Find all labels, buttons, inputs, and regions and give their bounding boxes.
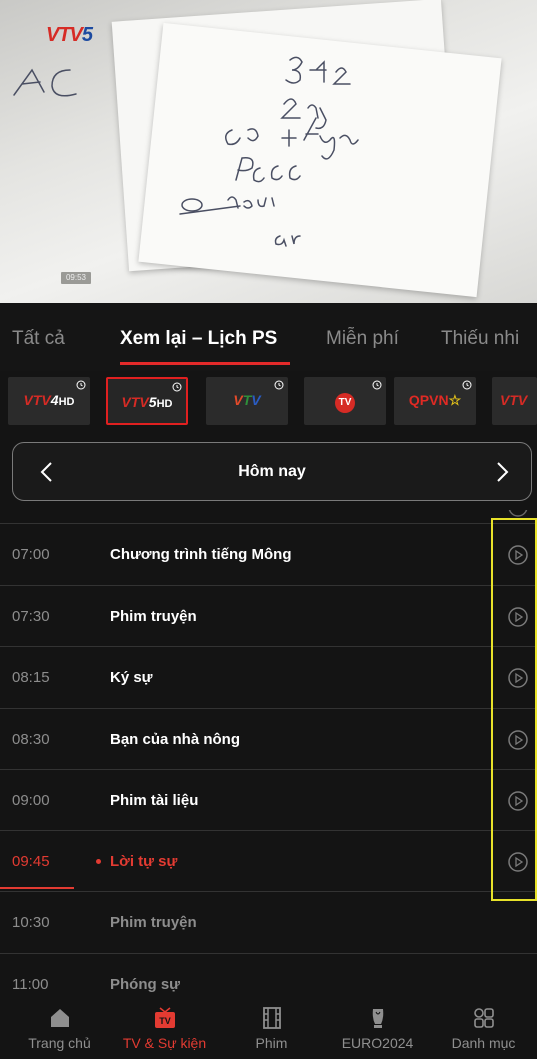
channel-quochoi[interactable]: TV xyxy=(304,377,386,425)
app-screen: VTV5 09:53 Tất cả Xem lại – Lịch PS Miễn… xyxy=(0,0,537,1059)
history-icon xyxy=(76,380,86,390)
video-player[interactable]: VTV5 09:53 xyxy=(0,0,537,303)
history-icon xyxy=(372,380,382,390)
schedule-time: 11:00 xyxy=(12,976,49,993)
schedule-row[interactable]: 09:00 Phim tài liệu xyxy=(0,769,537,831)
category-tabs: Tất cả Xem lại – Lịch PS Miễn phí Thiếu … xyxy=(0,303,537,371)
schedule-time: 07:30 xyxy=(12,608,50,625)
history-icon xyxy=(462,380,472,390)
schedule-title: Ký sự xyxy=(110,669,153,686)
schedule-row[interactable]: 07:30 Phim truyện xyxy=(0,585,537,647)
nav-categories[interactable]: Danh mục xyxy=(430,1006,537,1059)
nav-euro2024[interactable]: EURO2024 xyxy=(324,1006,431,1059)
live-dot xyxy=(96,859,101,864)
schedule-title: Phim tài liệu xyxy=(110,792,199,809)
channel-logo-vtv4hd: VTV4HD xyxy=(23,392,75,408)
channel-vtv-cantho[interactable]: VTV xyxy=(206,377,288,425)
nav-movies[interactable]: Phim xyxy=(218,1006,325,1059)
schedule-time: 10:30 xyxy=(12,914,50,931)
channel-logo-vtv-more: VTV xyxy=(500,392,528,408)
schedule-time: 08:30 xyxy=(12,731,50,748)
channel-logo-vtv-cantho: VTV xyxy=(233,392,261,408)
home-icon xyxy=(50,1009,69,1027)
schedule-time: 09:00 xyxy=(12,792,50,809)
schedule-title: Phim truyện xyxy=(110,608,197,625)
schedule-row[interactable]: 07:00 Chương trình tiếng Mông xyxy=(0,523,537,585)
schedule-row[interactable]: 08:30 Bạn của nhà nông xyxy=(0,708,537,770)
channel-vtv-more[interactable]: VTV xyxy=(492,377,537,425)
tab-all[interactable]: Tất cả xyxy=(12,328,65,350)
schedule-time: 07:00 xyxy=(12,546,50,563)
nav-tv-events-label: TV & Sự kiện xyxy=(122,1035,207,1051)
nav-home-label: Trang chủ xyxy=(28,1035,91,1051)
channel-logo: VTV5 xyxy=(46,24,93,47)
nav-tv-events[interactable]: TV TV & Sự kiện xyxy=(111,1006,218,1059)
channel-logo-qpvn: QPVN☆ xyxy=(408,392,462,408)
grid-icon xyxy=(473,1008,494,1028)
svg-text:TV: TV xyxy=(159,1016,171,1026)
schedule-time: 09:45 xyxy=(12,853,50,870)
tab-free[interactable]: Miễn phí xyxy=(326,328,399,350)
live-progress-indicator xyxy=(0,887,74,889)
history-icon xyxy=(274,380,284,390)
channel-logo-quochoi: TV xyxy=(304,392,386,413)
history-icon xyxy=(172,382,182,392)
nav-home[interactable]: Trang chủ xyxy=(6,1006,113,1059)
schedule-row-live[interactable]: 09:45 Lời tự sự xyxy=(0,830,537,892)
schedule-row[interactable]: 10:30 Phim truyện xyxy=(0,891,537,953)
trophy-icon xyxy=(372,1009,383,1028)
annotation-highlight-box xyxy=(491,518,537,901)
schedule-title: Bạn của nhà nông xyxy=(110,731,241,748)
channel-strip[interactable]: VTV4HD VTV5HD VTV TV QPVN☆ VTV xyxy=(0,375,537,431)
schedule-title: Phim truyện xyxy=(110,914,197,931)
play-circle-icon xyxy=(508,510,528,517)
film-icon xyxy=(262,1007,281,1029)
nav-euro2024-label: EURO2024 xyxy=(341,1035,414,1051)
date-label: Hôm nay xyxy=(238,463,306,480)
chevron-right-icon[interactable] xyxy=(488,457,516,487)
schedule-title: Lời tự sự xyxy=(110,853,178,870)
video-timestamp: 09:53 xyxy=(61,272,91,284)
channel-vtv5hd[interactable]: VTV5HD xyxy=(106,377,188,425)
channel-vtv4hd[interactable]: VTV4HD xyxy=(8,377,90,425)
tab-replay-schedule[interactable]: Xem lại – Lịch PS xyxy=(120,328,277,350)
schedule-title: Phóng sự xyxy=(110,976,181,993)
channel-logo-number: 5 xyxy=(81,24,93,46)
tv-icon: TV xyxy=(154,1007,175,1028)
schedule-title: Chương trình tiếng Mông xyxy=(110,546,292,563)
schedule-list[interactable]: 07:00 Chương trình tiếng Mông 07:30 Phim… xyxy=(0,510,537,1028)
active-tab-indicator xyxy=(120,362,290,365)
channel-logo-vtv5hd: VTV5HD xyxy=(121,394,173,410)
schedule-row-partial xyxy=(0,510,537,522)
date-selector: Hôm nay xyxy=(12,442,532,501)
nav-categories-label: Danh mục xyxy=(451,1035,516,1051)
channel-logo-text: VTV xyxy=(46,24,83,46)
schedule-row[interactable]: 08:15 Ký sự xyxy=(0,646,537,708)
channel-qpvn[interactable]: QPVN☆ xyxy=(394,377,476,425)
bottom-navigation: Trang chủ TV TV & Sự kiện Phim EURO2024 … xyxy=(0,1006,537,1059)
nav-movies-label: Phim xyxy=(255,1035,288,1051)
schedule-time: 08:15 xyxy=(12,669,50,686)
tab-kids[interactable]: Thiếu nhi xyxy=(441,328,519,350)
